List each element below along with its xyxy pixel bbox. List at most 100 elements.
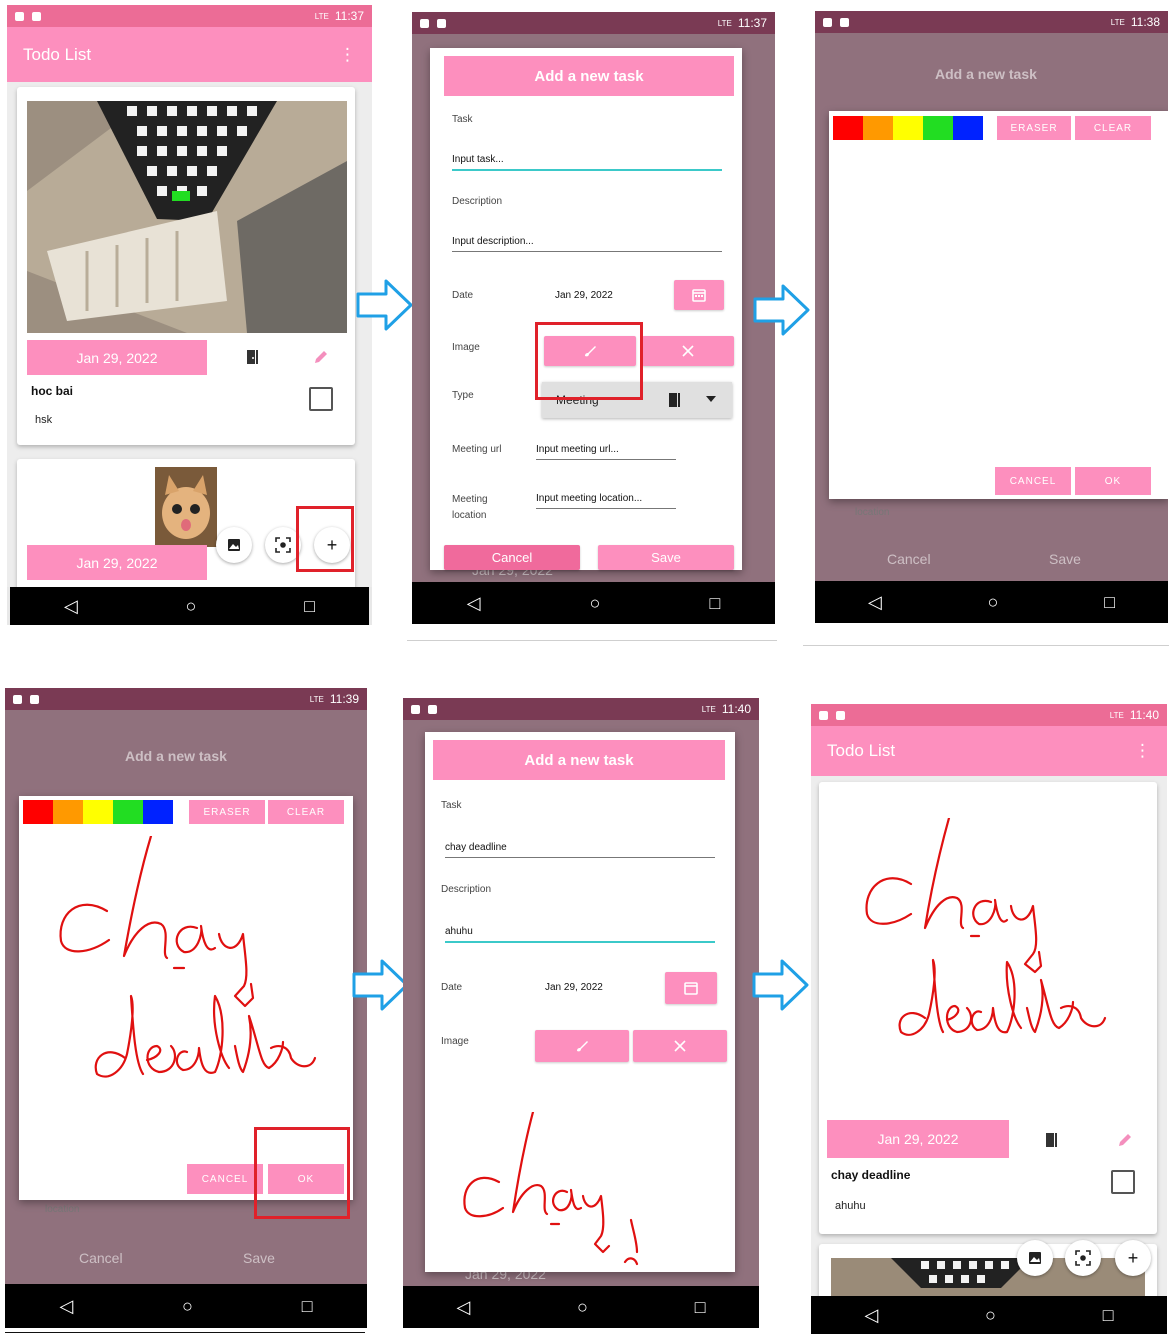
recents-button[interactable]: □ [710, 593, 721, 614]
clear-image-button[interactable] [642, 336, 734, 366]
calendar-button[interactable] [665, 972, 717, 1004]
ghost-location: location [45, 1204, 80, 1215]
phone-screen-5: LTE 11:40 Jan 29, 2022 Add a new task Tas… [403, 698, 759, 1328]
status-bar: LTE 11:40 [811, 704, 1167, 726]
home-button[interactable]: ○ [985, 1305, 996, 1326]
color-green-swatch[interactable] [923, 116, 953, 140]
cancel-button[interactable]: CANCEL [995, 467, 1071, 495]
done-checkbox[interactable] [1111, 1170, 1135, 1194]
task-label: Task [441, 800, 462, 811]
clear-button[interactable]: CLEAR [268, 800, 344, 824]
status-bar: LTE 11:38 [815, 11, 1168, 33]
clock: 11:37 [334, 9, 364, 23]
description-input[interactable]: ahuhu [445, 926, 715, 943]
back-button[interactable]: ◁ [456, 1297, 470, 1318]
recents-button[interactable]: □ [1103, 1305, 1114, 1326]
app-title: Todo List [827, 741, 896, 760]
drawing-canvas[interactable] [829, 145, 1168, 459]
clear-image-button[interactable] [633, 1030, 727, 1062]
status-bar: LTE 11:40 [403, 698, 759, 720]
color-yellow-swatch[interactable] [83, 800, 113, 824]
clock: 11:37 [737, 16, 767, 30]
eraser-button[interactable]: ERASER [997, 116, 1071, 140]
ghost-location: location [855, 507, 890, 518]
handwriting-drawing[interactable] [39, 836, 339, 1086]
close-icon [674, 1040, 686, 1052]
clear-button[interactable]: CLEAR [1075, 116, 1151, 140]
edit-pencil-icon[interactable] [309, 345, 333, 369]
home-button[interactable]: ○ [988, 592, 999, 613]
phone-screen-4: LTE 11:39 Add a new task location Cancel … [5, 688, 367, 1328]
task-card[interactable]: Jan 29, 2022 hoc bai hsk [17, 87, 355, 445]
next-step-arrow-icon [356, 279, 413, 331]
phone-screen-2: LTE 11:37 Jan 29, 2022 Add a new task Tas… [412, 12, 775, 624]
add-task-fab[interactable]: + [1115, 1240, 1151, 1276]
date-button[interactable]: Jan 29, 2022 [827, 1120, 1009, 1158]
ok-button[interactable]: OK [1075, 467, 1151, 495]
clock: 11:40 [1129, 708, 1159, 722]
back-button[interactable]: ◁ [864, 1305, 878, 1326]
description-input[interactable]: Input description... [452, 236, 722, 252]
color-green-swatch[interactable] [113, 800, 143, 824]
color-red-swatch[interactable] [23, 800, 53, 824]
back-button[interactable]: ◁ [59, 1296, 73, 1317]
clock: 11:38 [1130, 15, 1160, 29]
save-button[interactable]: Save [598, 545, 734, 570]
cancel-button[interactable]: Cancel [444, 545, 580, 570]
ghost-save: Save [1049, 551, 1081, 567]
task-title: hoc bai [31, 384, 74, 398]
task-input[interactable]: Input task... [452, 154, 722, 171]
divider [803, 645, 1169, 646]
eraser-button[interactable]: ERASER [189, 800, 265, 824]
scan-fab[interactable] [1065, 1240, 1101, 1276]
date-button[interactable]: Jan 29, 2022 [27, 340, 207, 375]
app-bar: Todo List ⋮ [811, 726, 1167, 776]
color-blue-swatch[interactable] [953, 116, 983, 140]
meeting-url-input[interactable]: Input meeting url... [536, 444, 676, 460]
calendar-button[interactable] [674, 280, 724, 310]
home-button[interactable]: ○ [577, 1297, 588, 1318]
home-button[interactable]: ○ [182, 1296, 193, 1317]
draw-image-button[interactable] [535, 1030, 629, 1062]
add-image-fab[interactable] [216, 527, 252, 563]
status-bar: LTE 11:37 [412, 12, 775, 34]
home-button[interactable]: ○ [590, 593, 601, 614]
done-checkbox[interactable] [309, 387, 333, 411]
recents-button[interactable]: □ [302, 1296, 313, 1317]
recents-button[interactable]: □ [1104, 592, 1115, 613]
app-title: Todo List [23, 44, 92, 64]
navigation-bar: ◁ ○ □ [412, 582, 775, 624]
recents-button[interactable]: □ [304, 596, 315, 617]
ghost-dialog-title: Add a new task [935, 66, 1037, 82]
back-button[interactable]: ◁ [467, 593, 481, 614]
meeting-door-icon [1041, 1128, 1063, 1152]
task-image [27, 101, 347, 333]
color-red-swatch[interactable] [833, 116, 863, 140]
date-button[interactable]: Jan 29, 2022 [27, 545, 207, 580]
home-button[interactable]: ○ [186, 596, 197, 617]
color-yellow-swatch[interactable] [893, 116, 923, 140]
task-input[interactable]: chay deadline [445, 842, 715, 858]
description-label: Description [441, 884, 492, 895]
overflow-menu-icon[interactable]: ⋮ [1134, 741, 1151, 761]
task-card[interactable] [819, 1244, 1157, 1304]
task-card[interactable]: Jan 29, 2022 chay deadline ahuhu [819, 782, 1157, 1234]
meeting-location-input[interactable]: Input meeting location... [536, 493, 676, 509]
signal-indicator: LTE [309, 694, 324, 704]
back-button[interactable]: ◁ [64, 596, 78, 617]
ghost-save: Save [243, 1250, 275, 1266]
meeting-door-icon [242, 345, 264, 369]
meeting-door-icon [669, 393, 680, 407]
edit-pencil-icon[interactable] [1113, 1128, 1137, 1152]
cancel-button[interactable]: CANCEL [187, 1164, 263, 1194]
color-orange-swatch[interactable] [863, 116, 893, 140]
color-orange-swatch[interactable] [53, 800, 83, 824]
color-blue-swatch[interactable] [143, 800, 173, 824]
clock: 11:40 [721, 702, 751, 716]
back-button[interactable]: ◁ [868, 592, 882, 613]
add-image-fab[interactable] [1017, 1240, 1053, 1276]
cat-image [155, 467, 217, 547]
overflow-menu-icon[interactable]: ⋮ [339, 45, 356, 65]
recents-button[interactable]: □ [695, 1297, 706, 1318]
calendar-icon [692, 289, 706, 302]
